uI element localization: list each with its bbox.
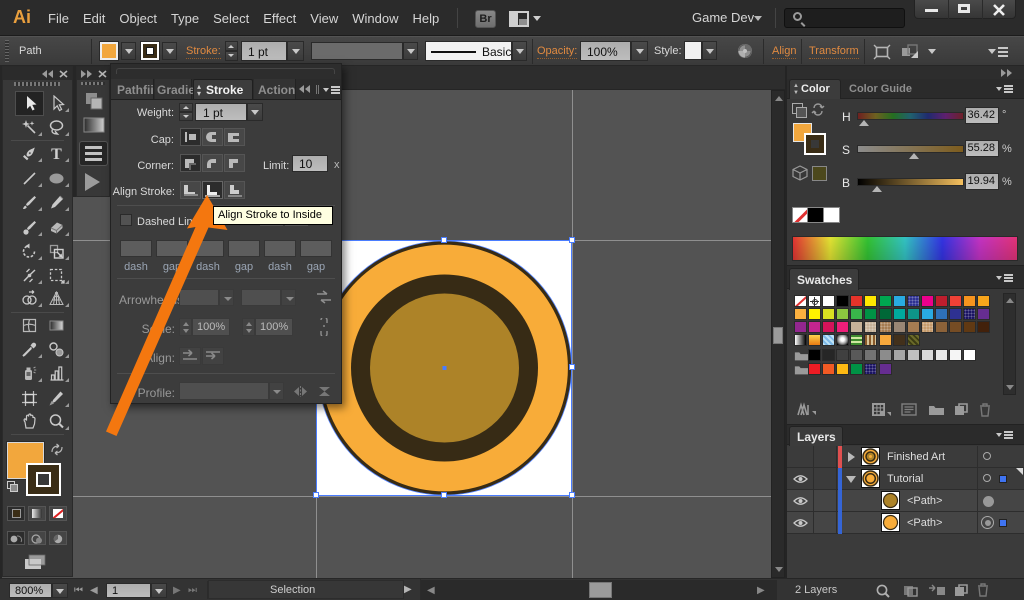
svg-text:T: T xyxy=(51,146,62,162)
